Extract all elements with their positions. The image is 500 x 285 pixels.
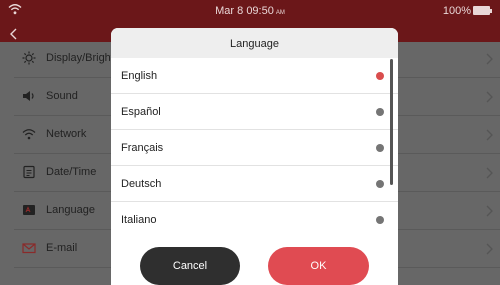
chevron-right-icon bbox=[486, 91, 493, 103]
chevron-right-icon bbox=[486, 53, 493, 65]
settings-item-label: Sound bbox=[46, 90, 78, 102]
back-arrow-icon[interactable] bbox=[8, 28, 20, 40]
language-option-spanish[interactable]: Español bbox=[111, 94, 398, 130]
speaker-icon bbox=[23, 91, 34, 101]
language-icon bbox=[23, 205, 35, 215]
radio-unselected-icon[interactable] bbox=[376, 180, 384, 188]
language-option-english[interactable]: English bbox=[111, 58, 398, 94]
language-option-label: Français bbox=[121, 142, 164, 154]
radio-unselected-icon[interactable] bbox=[376, 216, 384, 224]
chevron-right-icon bbox=[486, 205, 493, 217]
status-time: Mar 8 09:50 AM bbox=[215, 5, 285, 17]
language-list-scrollbar[interactable] bbox=[390, 59, 393, 185]
radio-selected-icon[interactable] bbox=[376, 72, 384, 80]
brightness-icon bbox=[22, 51, 36, 65]
ok-button[interactable]: OK bbox=[268, 247, 369, 285]
chevron-right-icon bbox=[486, 243, 493, 255]
language-option-french[interactable]: Français bbox=[111, 130, 398, 166]
chevron-right-icon bbox=[486, 129, 493, 141]
dialog-title: Language bbox=[230, 38, 279, 50]
cancel-button[interactable]: Cancel bbox=[140, 247, 240, 285]
dialog-header: Language bbox=[111, 28, 398, 58]
battery-icon bbox=[473, 6, 492, 15]
wifi-icon bbox=[22, 129, 36, 140]
chevron-right-icon bbox=[486, 167, 493, 179]
language-option-italian[interactable]: Italiano bbox=[111, 202, 398, 236]
calendar-icon bbox=[23, 165, 35, 179]
settings-item-label: E-mail bbox=[46, 242, 78, 254]
language-option-label: Deutsch bbox=[121, 178, 162, 190]
battery-percentage: 100% bbox=[442, 5, 471, 17]
settings-item-label: Date/Time bbox=[46, 166, 97, 178]
mail-icon bbox=[22, 243, 36, 254]
language-option-label: Español bbox=[121, 106, 161, 118]
radio-unselected-icon[interactable] bbox=[376, 108, 384, 116]
language-option-label: Italiano bbox=[121, 214, 157, 226]
language-option-label: English bbox=[121, 70, 158, 82]
language-dialog: Language English Español Français Deutsc… bbox=[111, 28, 398, 285]
status-ampm: AM bbox=[275, 10, 285, 16]
radio-unselected-icon[interactable] bbox=[376, 144, 384, 152]
language-option-german[interactable]: Deutsch bbox=[111, 166, 398, 202]
status-bar: Mar 8 09:50 AM 100% bbox=[0, 0, 500, 20]
settings-item-label: Language bbox=[46, 204, 95, 216]
settings-item-label: Network bbox=[46, 128, 87, 140]
language-list: English Español Français Deutsch Italian… bbox=[111, 58, 398, 236]
